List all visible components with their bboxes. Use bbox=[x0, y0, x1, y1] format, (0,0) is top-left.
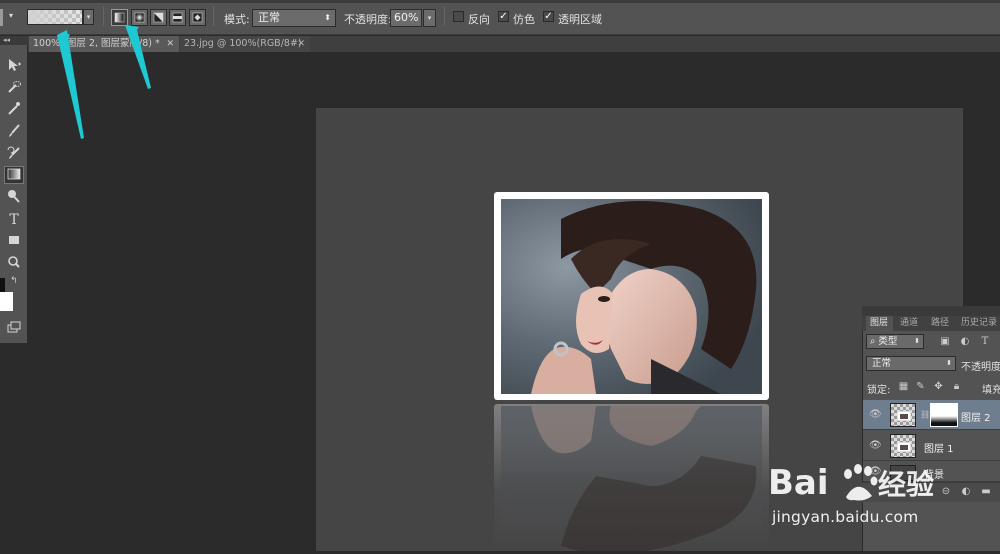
opacity-label: 不透明度: bbox=[344, 13, 392, 26]
layer-opacity-label: 不透明度 bbox=[961, 362, 1000, 373]
lock-transparent-icon[interactable]: ▦ bbox=[898, 381, 909, 392]
watermark-url: jingyan.baidu.com bbox=[772, 508, 919, 526]
panel-header-strip bbox=[862, 306, 1000, 316]
document-tab-label: 23.jpg @ 100%(RGB/8#) bbox=[184, 38, 302, 49]
svg-text:Bai: Bai bbox=[768, 463, 829, 503]
dither-label: 仿色 bbox=[513, 13, 535, 26]
select-arrows-icon: ⬍ bbox=[914, 337, 920, 345]
gradient-tool-icon[interactable] bbox=[4, 166, 24, 184]
tab-paths[interactable]: 路径 bbox=[928, 316, 956, 331]
adjustment-filter-icon[interactable]: ◐ bbox=[959, 336, 971, 347]
mask-link-icon[interactable]: ⛓︎ bbox=[920, 410, 930, 419]
tab-channels[interactable]: 通道 bbox=[897, 316, 925, 331]
zoom-tool-icon[interactable] bbox=[4, 255, 24, 273]
foreground-color-swatch[interactable] bbox=[0, 278, 5, 292]
opacity-input[interactable]: 60% bbox=[390, 9, 422, 27]
baidu-watermark: Bai 经验 bbox=[768, 452, 1000, 551]
fill-label: 填充 bbox=[982, 385, 1000, 396]
arrow-pointer-gradient bbox=[57, 30, 84, 139]
transparency-checkbox[interactable]: ✓ bbox=[543, 11, 554, 22]
blend-mode-select[interactable]: 正常 ⬍ bbox=[866, 356, 956, 371]
opacity-slider-toggle[interactable]: ▾ bbox=[423, 9, 436, 27]
layer-thumbnail bbox=[890, 403, 916, 427]
portrait-image-icon bbox=[501, 199, 762, 394]
swap-colors-icon[interactable]: ↰ bbox=[10, 276, 20, 286]
portrait-photo bbox=[501, 199, 762, 394]
lock-label: 锁定: bbox=[867, 385, 891, 396]
lock-paint-icon[interactable]: ✎ bbox=[915, 381, 926, 392]
search-icon: ⌕ bbox=[870, 336, 876, 347]
dodge-tool-icon[interactable] bbox=[4, 189, 24, 207]
mode-label: 模式: bbox=[224, 13, 250, 26]
screen-mode-icon[interactable] bbox=[4, 320, 24, 338]
tab-history[interactable]: 历史记录 bbox=[958, 316, 1000, 331]
reverse-checkbox[interactable] bbox=[453, 11, 464, 22]
photo-reflection-image bbox=[501, 406, 762, 554]
mode-select[interactable]: 正常 ⬍ bbox=[252, 9, 336, 27]
tab-layers[interactable]: 图层 bbox=[866, 316, 893, 331]
close-icon[interactable]: ✕ bbox=[297, 36, 305, 52]
transparency-label: 透明区域 bbox=[558, 13, 602, 26]
arrow-pointer-linear bbox=[125, 25, 151, 89]
reflection-image-icon bbox=[531, 406, 757, 554]
layer-mask-thumbnail[interactable] bbox=[930, 403, 958, 427]
type-filter-icon[interactable]: T bbox=[979, 336, 991, 347]
separator bbox=[213, 6, 214, 26]
filter-type-label: 类型 bbox=[878, 336, 898, 347]
layer-row-selected[interactable]: 👁︎ ⛓︎ 图层 2 bbox=[863, 400, 1000, 430]
select-arrows-icon: ⬍ bbox=[324, 13, 331, 22]
lock-position-icon[interactable]: ✥ bbox=[933, 381, 944, 392]
layer-name: 图层 2 bbox=[961, 413, 991, 424]
image-filter-icon[interactable]: ▣ bbox=[939, 336, 951, 347]
select-arrows-icon: ⬍ bbox=[946, 359, 952, 367]
rectangle-tool-icon[interactable] bbox=[4, 233, 24, 251]
visibility-eye-icon[interactable]: 👁︎ bbox=[869, 440, 882, 452]
tutorial-arrows bbox=[57, 25, 151, 139]
blend-mode-value: 正常 bbox=[872, 358, 892, 369]
dither-checkbox[interactable]: ✓ bbox=[498, 11, 509, 22]
svg-text:经验: 经验 bbox=[878, 468, 934, 501]
separator bbox=[444, 6, 445, 26]
type-tool-icon[interactable]: T bbox=[4, 211, 24, 229]
background-color-swatch[interactable] bbox=[0, 292, 13, 311]
layer-filter-select[interactable]: ⌕ 类型 ⬍ bbox=[866, 334, 924, 349]
lock-all-icon[interactable]: 🔒︎ bbox=[951, 381, 962, 392]
reverse-label: 反向 bbox=[468, 13, 490, 26]
mode-value: 正常 bbox=[258, 11, 280, 24]
visibility-eye-icon[interactable]: 👁︎ bbox=[869, 409, 882, 421]
baidu-logo-icon: Bai 经验 bbox=[768, 463, 934, 503]
